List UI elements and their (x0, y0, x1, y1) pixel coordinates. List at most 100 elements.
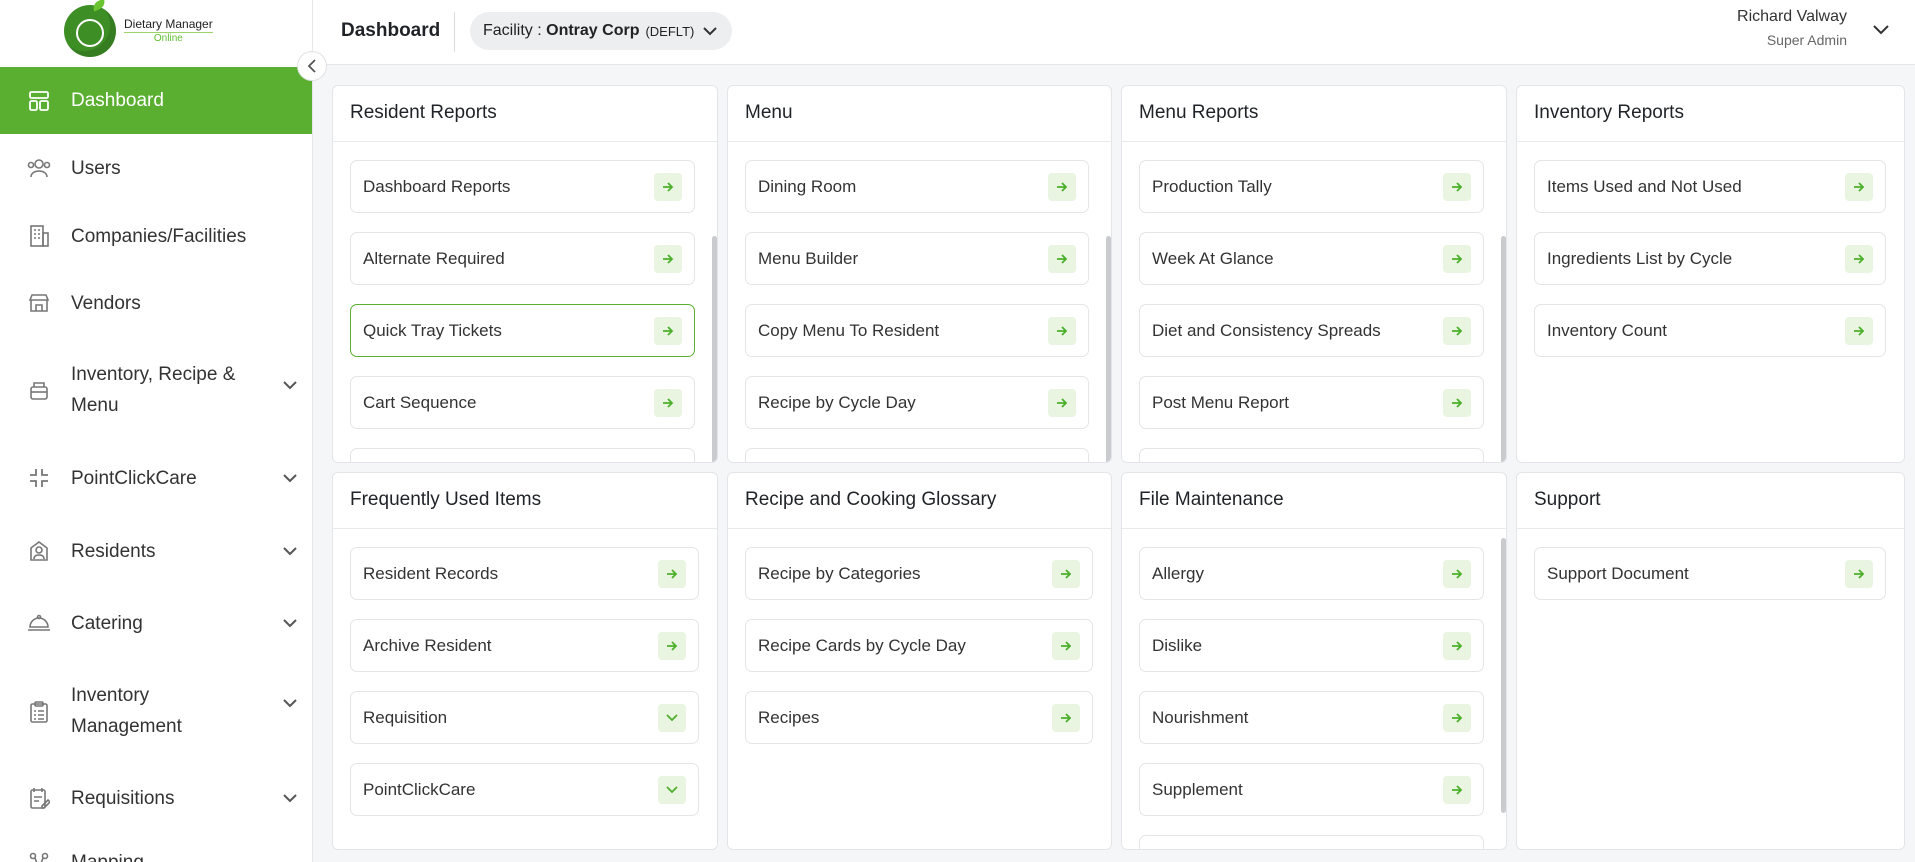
list-item[interactable]: PointClickCare (350, 763, 699, 816)
sidebar-item-pointclickcare[interactable]: PointClickCare (0, 462, 312, 494)
scrollbar[interactable] (712, 236, 717, 462)
sidebar-item-inventory-management[interactable]: Inventory Management (0, 679, 312, 743)
resident-icon (27, 539, 51, 563)
card-title: Menu Reports (1139, 102, 1259, 123)
sidebar-item-dashboard[interactable]: Dashboard (0, 67, 312, 134)
item-label: Dining Room (758, 176, 857, 196)
sidebar-item-vendors[interactable]: Vendors (0, 287, 312, 319)
list-item[interactable]: Recipes (745, 691, 1093, 744)
item-label: Recipes (758, 707, 820, 727)
sidebar-item-companies[interactable]: Companies/Facilities (0, 220, 312, 252)
sidebar-item-label: Residents (71, 540, 156, 562)
scrollbar[interactable] (1501, 236, 1506, 462)
list-item[interactable] (745, 448, 1089, 462)
facility-selector[interactable]: Facility : Ontray Corp (DEFLT) (470, 12, 733, 50)
sidebar-item-label: Catering (71, 612, 143, 634)
arrow-right-icon (1048, 317, 1076, 345)
list-item[interactable]: Inventory Count (1534, 304, 1886, 357)
list-item[interactable]: Recipe Cards by Cycle Day (745, 619, 1093, 672)
list-item[interactable]: Cart Sequence (350, 376, 695, 429)
list-item[interactable]: Production Tally (1139, 160, 1484, 213)
sidebar-item-users[interactable]: Users (0, 152, 312, 184)
facility-prefix: Facility : (483, 22, 547, 39)
item-label: Recipe Cards by Cycle Day (758, 635, 966, 655)
list-item[interactable]: Dining Room (745, 160, 1089, 213)
arrow-right-icon (1443, 560, 1471, 588)
collapse-arrows-icon (27, 466, 51, 490)
item-label: Ingredients List by Cycle (1547, 248, 1733, 268)
sidebar-item-inventory-recipe-menu[interactable]: Inventory, Recipe & Menu (0, 358, 312, 422)
list-item[interactable]: Recipe by Cycle Day (745, 376, 1089, 429)
list-item[interactable]: Resident Records (350, 547, 699, 600)
facility-name: Ontray Corp (546, 22, 640, 39)
chevron-down-icon (280, 788, 300, 808)
list-item[interactable]: Support Document (1534, 547, 1886, 600)
list-item[interactable]: Supplement (1139, 763, 1484, 816)
list-item[interactable]: Quick Tray Tickets (350, 304, 695, 357)
list-item[interactable]: Alternate Required (350, 232, 695, 285)
brand-logo[interactable]: Dietary Manager Online (64, 0, 213, 62)
list-item[interactable]: Items Used and Not Used (1534, 160, 1886, 213)
list-item[interactable] (1139, 835, 1484, 849)
user-menu[interactable]: Richard Valway Super Admin (1737, 8, 1847, 48)
list-item[interactable]: Nourishment (1139, 691, 1484, 744)
arrow-right-icon (1845, 245, 1873, 273)
list-item[interactable]: Ingredients List by Cycle (1534, 232, 1886, 285)
list-item[interactable]: Diet and Consistency Spreads (1139, 304, 1484, 357)
list-item[interactable] (350, 448, 695, 462)
list-item[interactable]: Recipe by Categories (745, 547, 1093, 600)
item-label: Support Document (1547, 563, 1689, 583)
card-title: Resident Reports (350, 102, 497, 123)
users-icon (27, 156, 51, 180)
box-icon (27, 378, 51, 402)
arrow-right-icon (1052, 560, 1080, 588)
collapse-sidebar-button[interactable] (297, 51, 327, 81)
sidebar-item-requisitions[interactable]: Requisitions (0, 782, 312, 814)
sidebar-item-label: Inventory Management (71, 685, 182, 737)
list-item[interactable]: Week At Glance (1139, 232, 1484, 285)
chevron-left-icon (307, 59, 316, 73)
list-item[interactable]: Menu Builder (745, 232, 1089, 285)
divider (454, 12, 455, 52)
arrow-right-icon (1048, 173, 1076, 201)
item-label: Items Used and Not Used (1547, 176, 1742, 196)
sidebar: Dietary Manager Online Dashboard Users C… (0, 0, 313, 862)
arrow-right-icon (1443, 317, 1471, 345)
card-resident-reports: Resident Reports Dashboard Reports Alter… (332, 85, 718, 463)
item-label: Alternate Required (363, 248, 505, 268)
list-item[interactable]: Allergy (1139, 547, 1484, 600)
item-label: Cart Sequence (363, 392, 477, 412)
arrow-right-icon (658, 632, 686, 660)
sidebar-item-catering[interactable]: Catering (0, 607, 312, 639)
arrow-right-icon (1443, 173, 1471, 201)
scrollbar[interactable] (1106, 236, 1111, 462)
arrow-right-icon (1052, 632, 1080, 660)
card-title: Menu (745, 102, 793, 123)
sidebar-item-mapping[interactable]: Mapping (0, 846, 312, 862)
sidebar-item-residents[interactable]: Residents (0, 535, 312, 567)
card-title: File Maintenance (1139, 489, 1284, 510)
list-item[interactable]: Post Menu Report (1139, 376, 1484, 429)
list-item[interactable]: Dashboard Reports (350, 160, 695, 213)
list-item[interactable]: Requisition (350, 691, 699, 744)
brand-name: Dietary Manager (124, 17, 213, 31)
dashboard-icon (27, 89, 51, 113)
sidebar-item-label: Mapping (71, 851, 144, 862)
list-item[interactable]: Archive Resident (350, 619, 699, 672)
chevron-down-icon (280, 468, 300, 488)
chevron-down-icon (702, 26, 718, 36)
mapping-icon (27, 850, 51, 862)
list-item[interactable]: Copy Menu To Resident (745, 304, 1089, 357)
card-frequently-used-items: Frequently Used Items Resident Records A… (332, 472, 718, 850)
arrow-right-icon (1052, 704, 1080, 732)
list-item[interactable]: Dislike (1139, 619, 1484, 672)
chevron-down-icon (658, 776, 686, 804)
arrow-right-icon (654, 317, 682, 345)
user-name: Richard Valway (1737, 8, 1847, 25)
chevron-down-icon[interactable] (1872, 22, 1890, 40)
item-label: Archive Resident (363, 635, 492, 655)
scrollbar[interactable] (1501, 538, 1506, 813)
list-item[interactable] (1139, 448, 1484, 462)
chevron-down-icon (280, 613, 300, 633)
user-role: Super Admin (1766, 32, 1847, 48)
